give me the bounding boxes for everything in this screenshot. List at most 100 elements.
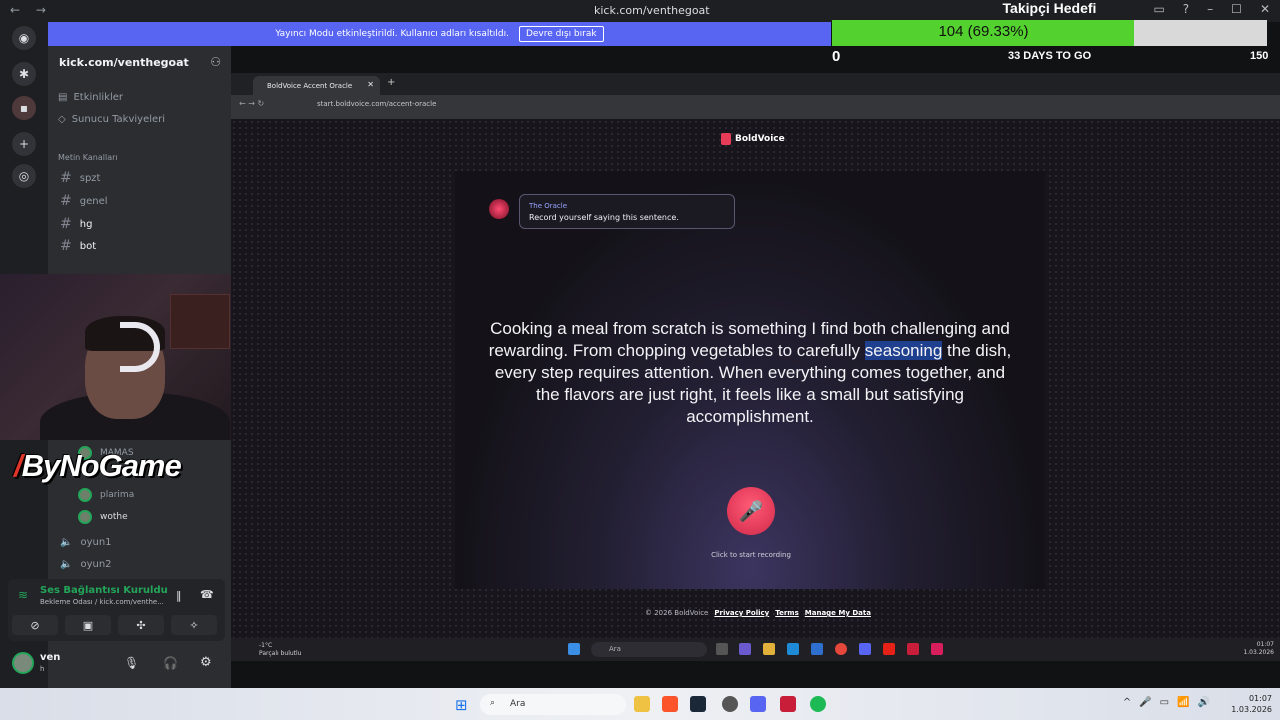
channel-bot[interactable]: # bot	[60, 238, 96, 254]
voice-connection-panel: ≋ Ses Bağlantısı Kuruldu Bekleme Odası /…	[8, 579, 225, 641]
chrome-icon[interactable]	[835, 643, 847, 655]
microphone-icon[interactable]: 🎙	[124, 656, 139, 670]
goal-progress-text: 104 (69.33%)	[938, 23, 1029, 40]
brave-icon[interactable]	[662, 696, 678, 712]
stream-browser-window: BoldVoice Accent Oracle ✕ + ← → ↻ start.…	[231, 73, 1280, 661]
server-avatar-icon[interactable]: ▪	[12, 96, 36, 120]
server-name[interactable]: kick.com/venthegoat	[59, 56, 189, 69]
user-status: h	[40, 665, 45, 673]
boosts-item[interactable]: ◇ Sunucu Takviyeleri	[58, 114, 165, 125]
manage-data-link[interactable]: Manage My Data	[805, 609, 871, 617]
voice-user-name: plarima	[100, 490, 135, 500]
tab-title: BoldVoice Accent Oracle	[267, 81, 353, 90]
hash-icon: #	[60, 170, 72, 186]
address-url[interactable]: start.boldvoice.com/accent-oracle	[317, 100, 436, 108]
streamer-mode-banner: Yayıncı Modu etkinleştirildi. Kullanıcı …	[48, 22, 831, 46]
new-tab-icon[interactable]: +	[387, 77, 395, 88]
taskbar-search-box[interactable]: ⌕ Ara	[480, 694, 626, 715]
server-icon[interactable]: ✱	[12, 62, 36, 86]
voice-user[interactable]: wothe	[78, 510, 128, 524]
steam-icon[interactable]	[690, 696, 706, 712]
close-tab-icon[interactable]: ✕	[367, 80, 374, 89]
nav-buttons-icon[interactable]: ← → ↻	[239, 99, 264, 108]
activities-button[interactable]: ✣	[118, 615, 164, 635]
avatar[interactable]	[12, 652, 34, 674]
edge-icon[interactable]	[787, 643, 799, 655]
practice-sentence: Cooking a meal from scratch is something…	[485, 318, 1015, 428]
events-item[interactable]: ▤ Etkinlikler	[58, 92, 123, 103]
windows-start-icon[interactable]	[568, 643, 580, 655]
stream-clock: 01:07 1.03.2026	[1243, 641, 1274, 657]
app-icon[interactable]	[739, 643, 751, 655]
channel-label: hg	[79, 218, 93, 230]
youtube-icon[interactable]	[883, 643, 895, 655]
channel-genel[interactable]: # genel	[60, 193, 108, 209]
channel-label: spzt	[79, 172, 101, 184]
weather-temp: -1°C	[259, 642, 273, 649]
privacy-policy-link[interactable]: Privacy Policy	[714, 609, 769, 617]
discord-icon[interactable]	[859, 643, 871, 655]
footer-copyright: © 2026 BoldVoice	[645, 609, 709, 617]
settings-gear-icon[interactable]: ⚙	[200, 655, 212, 670]
taskview-icon[interactable]	[716, 643, 728, 655]
terms-link[interactable]: Terms	[775, 609, 799, 617]
stream-search-box[interactable]: Ara	[591, 642, 707, 657]
voice-status[interactable]: Ses Bağlantısı Kuruldu	[40, 585, 168, 596]
app-icon[interactable]	[780, 696, 796, 712]
discord-icon[interactable]	[750, 696, 766, 712]
goal-max: 150	[1250, 50, 1269, 62]
channel-hg[interactable]: # hg	[60, 216, 92, 232]
oracle-message: Record yourself saying this sentence.	[529, 213, 679, 222]
host-time: 01:07	[1248, 694, 1272, 703]
file-explorer-icon[interactable]	[634, 696, 650, 712]
browser-tab[interactable]: BoldVoice Accent Oracle ✕	[253, 76, 380, 95]
stream-time: 01:07	[1256, 641, 1274, 648]
weather-widget[interactable]: -1°C Parçalı bulutlu	[259, 642, 301, 658]
channel-label: bot	[79, 240, 97, 252]
goal-progress-bar: 104 (69.33%)	[832, 20, 1267, 46]
voice-channel-path: Bekleme Odası / kick.com/venthe...	[40, 598, 164, 606]
weather-text: Parçalı bulutlu	[259, 650, 302, 657]
discord-home-icon[interactable]: ◉	[12, 26, 36, 50]
oracle-card: The Oracle Record yourself saying this s…	[455, 171, 1045, 589]
voice-channel-oyun1[interactable]: 🔈 oyun1	[60, 537, 112, 548]
boldvoice-mark-icon	[721, 133, 731, 145]
screen-share-button[interactable]: ▣	[65, 615, 111, 635]
microphone-icon: 🎤	[738, 499, 764, 523]
system-tray[interactable]: ^🎤▭📶🔊	[1123, 697, 1218, 708]
invite-icon[interactable]: ⚇	[210, 55, 221, 69]
banner-text: Yayıncı Modu etkinleştirildi. Kullanıcı …	[275, 29, 509, 39]
voice-channel-label: oyun2	[80, 559, 112, 570]
avatar	[78, 488, 92, 502]
camera-off-button[interactable]: ⊘	[12, 615, 58, 635]
soundboard-button[interactable]: ✧	[171, 615, 217, 635]
add-server-icon[interactable]: +	[12, 132, 36, 156]
channel-spzt[interactable]: # spzt	[60, 170, 100, 186]
disable-streamer-mode-button[interactable]: Devre dışı bırak	[518, 26, 604, 42]
voice-user[interactable]: plarima	[78, 488, 134, 502]
headphones-icon[interactable]: 🎧	[163, 656, 178, 670]
browser-address-bar: ← → ↻ start.boldvoice.com/accent-oracle	[231, 95, 1280, 119]
record-button[interactable]: 🎤	[727, 487, 775, 535]
events-label: Etkinlikler	[73, 92, 123, 103]
app-icon[interactable]	[931, 643, 943, 655]
hash-icon: #	[60, 216, 72, 232]
voice-channel-oyun2[interactable]: 🔈 oyun2	[60, 559, 112, 570]
oracle-avatar-icon	[489, 199, 509, 219]
text-channels-header[interactable]: Metin Kanalları	[58, 153, 118, 162]
noise-suppression-icon[interactable]: ‖	[176, 589, 182, 602]
browser-tabbar: BoldVoice Accent Oracle ✕ +	[231, 73, 1280, 95]
windows-start-icon[interactable]: ⊞	[455, 696, 468, 714]
folder-icon[interactable]	[763, 643, 775, 655]
app-icon[interactable]	[907, 643, 919, 655]
discover-icon[interactable]: ◎	[12, 164, 36, 188]
nav-arrows[interactable]: ← →	[10, 3, 52, 17]
disconnect-icon[interactable]: ☎	[200, 588, 214, 601]
host-clock[interactable]: 01:07 1.03.2026	[1231, 693, 1272, 715]
boost-icon: ◇	[58, 114, 66, 125]
spotify-icon[interactable]	[810, 696, 826, 712]
user-name: ven	[40, 652, 61, 663]
app-icon[interactable]	[722, 696, 738, 712]
app-icon[interactable]	[811, 643, 823, 655]
search-label: Ara	[609, 645, 621, 653]
